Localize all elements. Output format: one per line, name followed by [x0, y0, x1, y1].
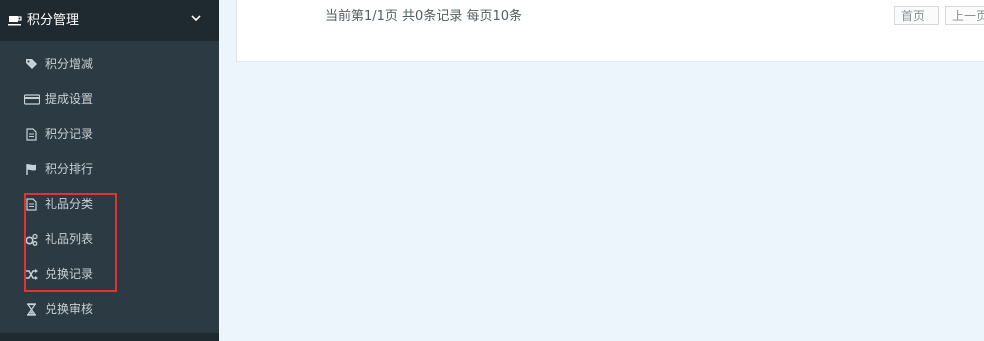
coffee-cup-icon [8, 16, 22, 26]
credit-card-icon [24, 94, 40, 105]
chevron-down-icon[interactable] [191, 13, 201, 23]
sidebar-item-gift-list[interactable]: 礼品列表 [0, 222, 219, 257]
sidebar-item-points-records[interactable]: 积分记录 [0, 117, 219, 152]
file-text-icon [26, 198, 37, 211]
pagination-info: 当前第1/1页 共0条记录 每页10条 [325, 9, 522, 24]
sidebar-item-label: 提成设置 [45, 92, 94, 106]
sidebar: 积分管理 积分增减 提成设置 积分记录 积分排行 礼品分类 礼品列表 兑换记录 … [0, 0, 219, 341]
tag-icon [26, 59, 37, 69]
sidebar-item-points-adjust[interactable]: 积分增减 [0, 47, 219, 82]
sidebar-item-label: 兑换审核 [45, 302, 94, 316]
sidebar-footer [0, 333, 219, 341]
shuffle-icon [26, 269, 38, 280]
sidebar-item-label: 积分记录 [45, 127, 94, 141]
sidebar-group-title: 积分管理 [27, 13, 80, 28]
sidebar-group-header[interactable]: 积分管理 [0, 0, 219, 41]
sidebar-item-exchange-review[interactable]: 兑换审核 [0, 292, 219, 327]
page: 积分管理 积分增减 提成设置 积分记录 积分排行 礼品分类 礼品列表 兑换记录 … [0, 0, 984, 341]
sidebar-item-label: 积分排行 [45, 162, 94, 176]
cogs-icon [25, 233, 38, 246]
sidebar-item-label: 礼品分类 [45, 197, 94, 211]
hourglass-icon [26, 303, 37, 316]
sidebar-item-label: 兑换记录 [45, 267, 94, 281]
sidebar-item-label: 积分增减 [45, 57, 94, 71]
sidebar-item-gift-categories[interactable]: 礼品分类 [0, 187, 219, 222]
first-page-button[interactable]: 首页 [894, 6, 939, 25]
content-panel: 当前第1/1页 共0条记录 每页10条 [236, 0, 984, 62]
sidebar-item-points-ranking[interactable]: 积分排行 [0, 152, 219, 187]
previous-page-button[interactable]: 上一页 [945, 6, 984, 25]
sidebar-item-exchange-records[interactable]: 兑换记录 [0, 257, 219, 292]
sidebar-item-label: 礼品列表 [45, 232, 94, 246]
document-icon [26, 128, 37, 141]
sidebar-submenu: 积分增减 提成设置 积分记录 积分排行 礼品分类 礼品列表 兑换记录 兑换审核 [0, 41, 219, 333]
sidebar-item-commission-settings[interactable]: 提成设置 [0, 82, 219, 117]
flag-icon [26, 164, 36, 175]
